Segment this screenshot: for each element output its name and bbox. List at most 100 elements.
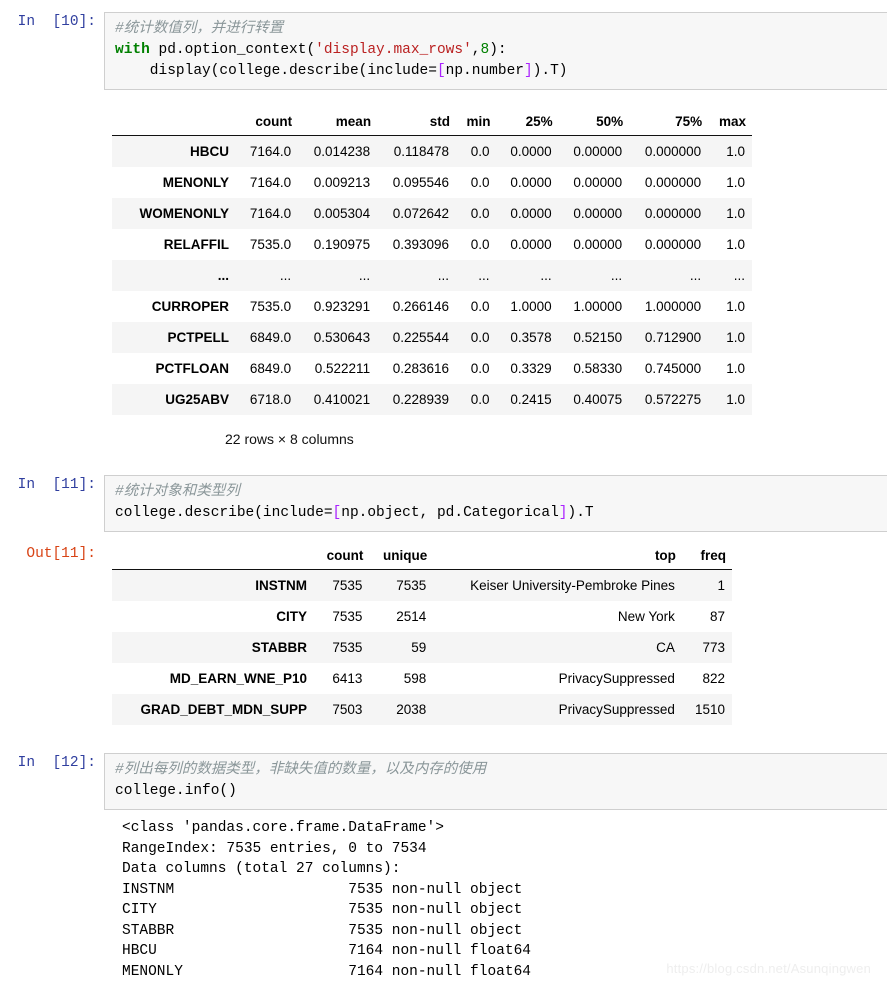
table-cell: 0.190975 xyxy=(298,229,378,260)
table-cell: 0.530643 xyxy=(298,322,378,353)
table-cell: 1.0 xyxy=(708,167,752,198)
table-cell: 598 xyxy=(369,663,434,694)
table-cell: 0.0 xyxy=(456,198,497,229)
prompt-out-11[interactable]: Out[11]: xyxy=(0,544,104,564)
row-index-label: CURROPER xyxy=(112,291,236,322)
spacer-after-in12 xyxy=(0,810,887,818)
table-cell: 1.00000 xyxy=(558,291,630,322)
table-cell: 0.000000 xyxy=(629,135,709,167)
table-row: RELAFFIL 7535.0 0.190975 0.393096 0.0 0.0000 0… xyxy=(112,229,752,260)
table-cell: 0.712900 xyxy=(629,322,709,353)
table-cell: 0.0000 xyxy=(496,167,559,198)
output-area-11: count unique top freq INSTNM 7535 7535 Keiser … xyxy=(104,544,887,725)
table-row: STABBR 7535 59 CA 773 xyxy=(112,632,732,663)
prompt-in-12[interactable]: In [12]: xyxy=(0,753,104,773)
code-token-plain: np.number xyxy=(445,63,524,79)
spacer-before-in11 xyxy=(0,447,887,475)
table-cell: 0.005304 xyxy=(298,198,378,229)
column-header: mean xyxy=(298,110,378,136)
table-row: CITY 7535 2514 New York 87 xyxy=(112,601,732,632)
table-cell: 0.0 xyxy=(456,353,497,384)
table-cell: New York xyxy=(433,601,682,632)
table-cell: 0.00000 xyxy=(558,135,630,167)
cell-out-11: Out[11]: count unique top freq INSTNM 7535 75… xyxy=(0,544,887,725)
table-cell: 0.745000 xyxy=(629,353,709,384)
table-cell: 6413 xyxy=(314,663,370,694)
table-cell: 0.923291 xyxy=(298,291,378,322)
code-token-plain: display(college.describe(include= xyxy=(115,63,437,79)
cell-in-12: In [12]: #列出每列的数据类型，非缺失值的数量，以及内存的使用 coll… xyxy=(0,753,887,810)
row-index-label: PCTFLOAN xyxy=(112,353,236,384)
table-cell: 6849.0 xyxy=(236,353,299,384)
table-cell: 1.0 xyxy=(708,291,752,322)
row-index-label: PCTPELL xyxy=(112,322,236,353)
table-cell: 1.0 xyxy=(708,384,752,415)
table-cell: 1.0 xyxy=(708,135,752,167)
table-cell: 0.225544 xyxy=(377,322,457,353)
table-cell: 0.118478 xyxy=(377,135,457,167)
table-cell: Keiser University-Pembroke Pines xyxy=(433,569,682,601)
table-row: WOMENONLY 7164.0 0.005304 0.072642 0.0 0.0000… xyxy=(112,198,752,229)
table-row: HBCU 7164.0 0.014238 0.118478 0.0 0.0000 0.000… xyxy=(112,135,752,167)
row-index-label: MENONLY xyxy=(112,167,236,198)
table-cell: 0.0 xyxy=(456,384,497,415)
prompt-in-11[interactable]: In [11]: xyxy=(0,475,104,495)
code-token-plain: college.info() xyxy=(115,783,237,799)
code-token-comment: #统计数值列，并进行转置 xyxy=(115,21,284,37)
table-cell: 822 xyxy=(681,663,732,694)
table-cell: 0.000000 xyxy=(629,198,709,229)
table-cell: 0.00000 xyxy=(558,229,630,260)
code-token-kw: with xyxy=(115,42,150,58)
table-cell: 0.0 xyxy=(456,167,497,198)
table-cell: 7535 xyxy=(369,569,434,601)
table-cell: 0.58330 xyxy=(558,353,630,384)
table-cell: 0.2415 xyxy=(496,384,559,415)
table-cell: 0.393096 xyxy=(377,229,457,260)
table-cell: 0.266146 xyxy=(377,291,457,322)
table-cell: 0.3578 xyxy=(496,322,559,353)
code-editor-in-10[interactable]: #统计数值列，并进行转置 with pd.option_context('dis… xyxy=(104,12,887,90)
top-spacer xyxy=(0,0,887,12)
table-cell: 0.000000 xyxy=(629,229,709,260)
cell-in-10: In [10]: #统计数值列，并进行转置 with pd.option_con… xyxy=(0,12,887,90)
table-body: INSTNM 7535 7535 Keiser University-Pembroke… xyxy=(112,569,732,725)
header-row: count unique top freq xyxy=(112,544,732,570)
header-corner xyxy=(112,544,314,570)
table-cell: 7535.0 xyxy=(236,291,299,322)
code-token-op: [ xyxy=(436,63,446,79)
table-cell: 0.572275 xyxy=(629,384,709,415)
code-token-op: [ xyxy=(332,505,342,521)
table-cell: 7535 xyxy=(314,632,370,663)
table-head: count mean std min 25% 50% 75% max xyxy=(112,110,752,136)
code-token-comment: #统计对象和类型列 xyxy=(115,484,240,500)
table-cell: ... xyxy=(298,260,378,291)
table-cell: 0.522211 xyxy=(298,353,378,384)
spacer-after-in10 xyxy=(0,90,887,110)
table-cell: 0.014238 xyxy=(298,135,378,167)
table-head: count unique top freq xyxy=(112,544,732,570)
table-cell: ... xyxy=(629,260,709,291)
table-cell: 1.000000 xyxy=(629,291,709,322)
table-cell: 1.0 xyxy=(708,353,752,384)
row-index-label: STABBR xyxy=(112,632,314,663)
column-header: std xyxy=(377,110,457,136)
stream-output-info: <class 'pandas.core.frame.DataFrame'> Ra… xyxy=(122,820,531,980)
table-row: UG25ABV 6718.0 0.410021 0.228939 0.0 0.2415 0.… xyxy=(112,384,752,415)
code-token-plain: np.object, pd.Categorical xyxy=(341,505,559,521)
code-editor-in-12[interactable]: #列出每列的数据类型，非缺失值的数量，以及内存的使用 college.info(… xyxy=(104,753,887,810)
table-cell: 7164.0 xyxy=(236,167,299,198)
code-editor-in-11[interactable]: #统计对象和类型列 college.describe(include=[np.o… xyxy=(104,475,887,532)
column-header: count xyxy=(314,544,370,570)
prompt-in-10[interactable]: In [10]: xyxy=(0,12,104,32)
table-cell: 0.40075 xyxy=(558,384,630,415)
table-cell: CA xyxy=(433,632,682,663)
column-header: min xyxy=(456,110,497,136)
table-cell: 0.3329 xyxy=(496,353,559,384)
code-token-op: ] xyxy=(558,505,568,521)
table-cell: 0.283616 xyxy=(377,353,457,384)
table-cell: 0.0000 xyxy=(496,135,559,167)
dataframe-numeric-describe: count mean std min 25% 50% 75% max HBCU 7164.0 0.… xyxy=(112,110,752,415)
table-cell: 0.410021 xyxy=(298,384,378,415)
table-cell: 7535 xyxy=(314,569,370,601)
table-row: MENONLY 7164.0 0.009213 0.095546 0.0 0.0000 0.… xyxy=(112,167,752,198)
